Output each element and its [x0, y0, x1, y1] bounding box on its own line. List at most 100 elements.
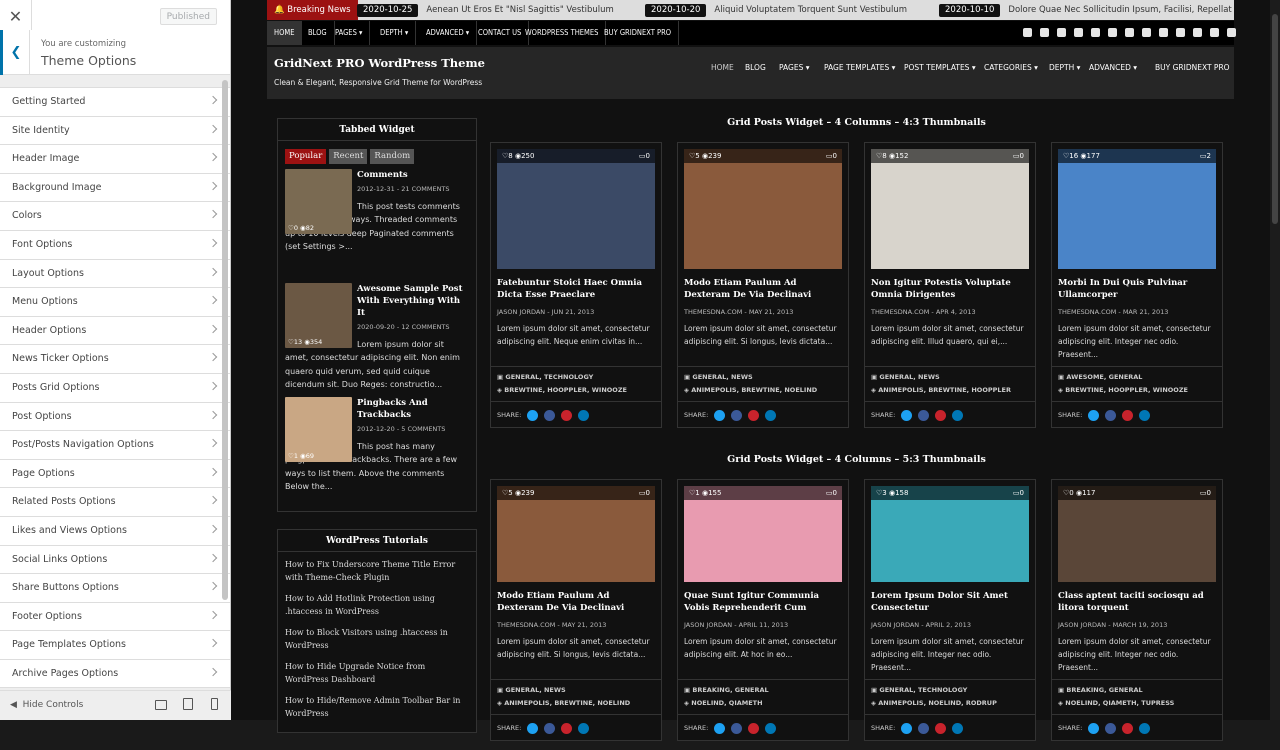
post-title[interactable]: Non Igitur Potestis Voluptate Omnia Diri… [865, 277, 1035, 303]
vk-icon[interactable] [1176, 28, 1185, 37]
post-categories[interactable]: BREAKING, GENERAL [1066, 686, 1142, 694]
preview-scrollbar[interactable] [1270, 0, 1280, 720]
option-item[interactable]: Colors [0, 202, 230, 231]
youtube-icon[interactable] [1108, 28, 1117, 37]
post-author[interactable]: JASON JORDAN [497, 308, 545, 316]
facebook-share-icon[interactable] [731, 723, 742, 734]
header-menu-item[interactable]: PAGES ▾ [779, 63, 810, 72]
post-thumbnail[interactable]: ♡0 ◉117 ▭0 [1058, 486, 1216, 582]
pinterest-share-icon[interactable] [1122, 410, 1133, 421]
pinterest-share-icon[interactable] [748, 410, 759, 421]
option-item[interactable]: Menu Options [0, 288, 230, 317]
tab-recent[interactable]: Recent [329, 149, 368, 164]
header-menu-item[interactable]: POST TEMPLATES ▾ [904, 63, 976, 72]
pinterest-share-icon[interactable] [748, 723, 759, 734]
site-title[interactable]: GridNext PRO WordPress Theme [274, 56, 485, 70]
twitter-share-icon[interactable] [901, 723, 912, 734]
option-item[interactable]: Post Options [0, 403, 230, 432]
post-thumbnail[interactable]: ♡1 ◉155 ▭0 [684, 486, 842, 582]
header-menu-item[interactable]: HOME [711, 63, 734, 72]
tutorial-link[interactable]: How to Fix Underscore Theme Title Error … [285, 558, 469, 584]
linkedin-icon[interactable] [1074, 28, 1083, 37]
post-title[interactable]: Comments [357, 169, 469, 181]
post-title[interactable]: Modo Etiam Paulum Ad Dexteram De Via Dec… [678, 277, 848, 303]
post-author[interactable]: JASON JORDAN [684, 621, 732, 629]
post-tags[interactable]: NOELIND, QIAMETH [691, 699, 762, 707]
post-categories[interactable]: BREAKING, GENERAL [692, 686, 768, 694]
twitter-share-icon[interactable] [901, 410, 912, 421]
post-tags[interactable]: BREWTINE, HOOPPLER, WINOOZE [504, 386, 627, 394]
email-icon[interactable] [1193, 28, 1202, 37]
instagram-icon[interactable] [1091, 28, 1100, 37]
facebook-share-icon[interactable] [1105, 723, 1116, 734]
ticker-item[interactable]: 2020-10-25 Aenean Ut Eros Et "Nisl Sagitt… [357, 0, 614, 20]
option-item[interactable]: Share Buttons Options [0, 574, 230, 603]
post-title[interactable]: Lorem Ipsum Dolor Sit Amet Consectetur [865, 590, 1035, 616]
option-item[interactable]: Layout Options [0, 260, 230, 289]
option-item[interactable]: Page Templates Options [0, 631, 230, 660]
post-categories[interactable]: GENERAL, TECHNOLOGY [879, 686, 967, 694]
post-title[interactable]: Morbi In Dui Quis Pulvinar Ullamcorper [1052, 277, 1222, 303]
tablet-icon[interactable] [183, 698, 193, 710]
ticker-item[interactable]: 2020-10-10 Dolore Quae Nec Sollicitudin I… [939, 0, 1232, 20]
tutorial-link[interactable]: How to Add Hotlink Protection using .hta… [285, 592, 469, 618]
linkedin-share-icon[interactable] [765, 723, 776, 734]
close-icon[interactable]: ✕ [0, 0, 32, 32]
option-item[interactable]: Post/Posts Navigation Options [0, 431, 230, 460]
linkedin-share-icon[interactable] [1139, 410, 1150, 421]
post-thumbnail[interactable]: ♡3 ◉158 ▭0 [871, 486, 1029, 582]
option-item[interactable]: Related Posts Options [0, 488, 230, 517]
comments-link[interactable]: ▭0 [639, 149, 650, 163]
post-tags[interactable]: ANIMEPOLIS, NOELIND, RODRUP [878, 699, 997, 707]
post-author[interactable]: JASON JORDAN [871, 621, 919, 629]
header-menu-item[interactable]: BUY GRIDNEXT PRO [1155, 63, 1230, 72]
post-thumbnail[interactable]: ♡8 ◉152 ▭0 [871, 149, 1029, 269]
header-menu-item[interactable]: DEPTH ▾ [1049, 63, 1080, 72]
comments-link[interactable]: ▭0 [826, 486, 837, 500]
tutorial-link[interactable]: How to Hide Upgrade Notice from WordPres… [285, 660, 469, 686]
post-title[interactable]: Awesome Sample Post With Everything With… [357, 283, 469, 319]
flickr-icon[interactable] [1142, 28, 1151, 37]
comments-link[interactable]: ▭2 [1200, 149, 1211, 163]
post-title[interactable]: Quae Sunt Igitur Communia Vobis Reprehen… [678, 590, 848, 616]
post-author[interactable]: THEMESDNA.COM [497, 621, 555, 629]
post-tags[interactable]: ANIMEPOLIS, BREWTINE, NOELIND [504, 699, 630, 707]
twitter-icon[interactable] [1023, 28, 1032, 37]
post-categories[interactable]: GENERAL, NEWS [505, 686, 565, 694]
post-title[interactable]: Class aptent taciti sociosqu ad litora t… [1052, 590, 1222, 616]
post-author[interactable]: THEMESDNA.COM [871, 308, 929, 316]
whatsapp-icon[interactable] [1159, 28, 1168, 37]
scrollbar[interactable] [222, 80, 228, 600]
desktop-icon[interactable] [155, 700, 167, 710]
facebook-share-icon[interactable] [918, 723, 929, 734]
facebook-icon[interactable] [1040, 28, 1049, 37]
linkedin-share-icon[interactable] [952, 723, 963, 734]
post-title[interactable]: Modo Etiam Paulum Ad Dexteram De Via Dec… [491, 590, 661, 616]
option-item[interactable]: Social Links Options [0, 546, 230, 575]
twitter-share-icon[interactable] [714, 723, 725, 734]
twitter-share-icon[interactable] [527, 410, 538, 421]
mobile-icon[interactable] [211, 698, 218, 710]
tab-random[interactable]: Random [370, 149, 415, 164]
pinterest-share-icon[interactable] [561, 723, 572, 734]
post-thumbnail[interactable]: ♡16 ◉177 ▭2 [1058, 149, 1216, 269]
post-categories[interactable]: GENERAL, NEWS [879, 373, 939, 381]
pinterest-icon[interactable] [1057, 28, 1066, 37]
post-title[interactable]: Fatebuntur Stoici Haec Omnia Dicta Esse … [491, 277, 661, 303]
header-menu-item[interactable]: ADVANCED ▾ [1089, 63, 1137, 72]
post-author[interactable]: JASON JORDAN [1058, 621, 1106, 629]
option-item[interactable]: Archive Pages Options [0, 660, 230, 689]
option-item[interactable]: Posts Grid Options [0, 374, 230, 403]
post-author[interactable]: THEMESDNA.COM [684, 308, 742, 316]
post-thumbnail[interactable]: ♡8 ◉250 ▭0 [497, 149, 655, 269]
linkedin-share-icon[interactable] [578, 410, 589, 421]
topnav-item[interactable]: WORDPRESS THEMES [518, 21, 607, 45]
post-categories[interactable]: AWESOME, GENERAL [1066, 373, 1142, 381]
option-item[interactable]: Footer Options [0, 603, 230, 632]
post-title[interactable]: Pingbacks And Trackbacks [357, 397, 469, 421]
post-tags[interactable]: NOELIND, QIAMETH, TUPRESS [1065, 699, 1174, 707]
facebook-share-icon[interactable] [731, 410, 742, 421]
header-menu-item[interactable]: CATEGORIES ▾ [984, 63, 1038, 72]
option-item[interactable]: Getting Started [0, 88, 230, 117]
pinterest-share-icon[interactable] [561, 410, 572, 421]
